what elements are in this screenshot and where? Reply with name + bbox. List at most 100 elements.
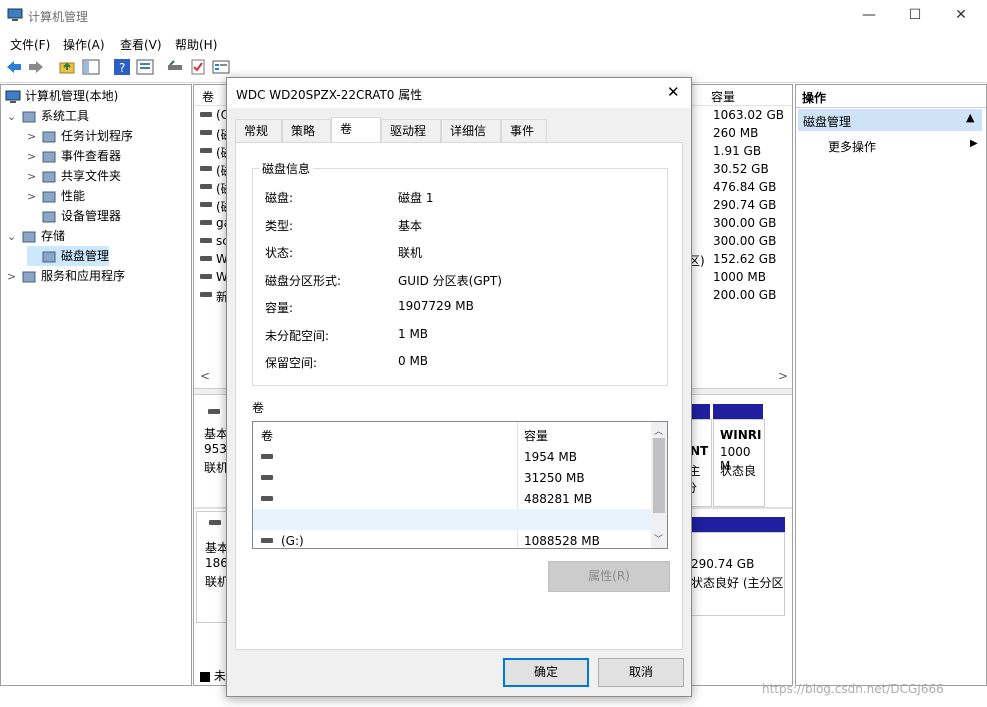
expand-right-icon[interactable]: >	[27, 147, 41, 167]
drive-icon	[261, 475, 273, 480]
title-bar: 计算机管理 — ☐ ✕	[0, 0, 987, 32]
volume-list-item[interactable]: (G:) 1088528 MB	[253, 530, 651, 548]
volume-capacity: 1063.02 GB	[713, 108, 784, 122]
tab-0[interactable]: 常规	[235, 119, 282, 142]
volume-list-item[interactable]: 31250 MB	[253, 467, 651, 488]
dialog-close-icon[interactable]: ✕	[667, 83, 680, 101]
expand-right-icon[interactable]: >	[27, 127, 41, 147]
volume-list-item[interactable]: 488281 MB	[253, 488, 651, 509]
tree-item-icon	[41, 190, 57, 204]
expand-down-icon[interactable]: ⌄	[7, 227, 21, 247]
scroll-left-arrow[interactable]: <	[200, 369, 210, 383]
menu-view[interactable]: 查看(V)	[120, 36, 162, 53]
volume-list-capacity: 1954 MB	[524, 450, 577, 464]
tree-item[interactable]: > 共享文件夹	[27, 166, 121, 186]
partition-2[interactable]: 290.74 GB 状态良好 (主分区	[688, 532, 785, 616]
ok-button[interactable]: 确定	[503, 658, 589, 687]
menu-action[interactable]: 操作(A)	[63, 36, 105, 53]
tree-item[interactable]: ⌄ 存储	[7, 226, 65, 246]
volume-list-capacity: 31250 MB	[524, 471, 585, 485]
drive-icon	[200, 202, 212, 207]
tree-item[interactable]: > 任务计划程序	[27, 126, 133, 146]
tab-3[interactable]: 驱动程序	[381, 119, 441, 160]
volume-list-capacity: 488281 MB	[524, 492, 593, 506]
menu-bar: 文件(F) 操作(A) 查看(V) 帮助(H)	[0, 32, 987, 54]
more-actions[interactable]: 更多操作 ▶	[798, 135, 982, 157]
tree-item-label: 任务计划程序	[61, 129, 134, 143]
expand-right-icon[interactable]: >	[27, 187, 41, 207]
actions-section-label: 磁盘管理	[803, 115, 852, 129]
tab-2[interactable]: 卷	[331, 117, 381, 143]
tree-item[interactable]: 磁盘管理	[27, 246, 110, 266]
expand-right-icon[interactable]: >	[7, 267, 21, 287]
partition-winre-status: 状态良	[720, 464, 757, 478]
tab-5[interactable]: 事件	[501, 119, 547, 142]
volume-list-item[interactable]: 1954 MB	[253, 446, 651, 467]
scroll-right-arrow[interactable]: >	[778, 369, 788, 383]
tree-item[interactable]: > 事件查看器	[27, 146, 121, 166]
drive-icon	[200, 184, 212, 189]
settings-list-icon[interactable]	[212, 58, 230, 76]
close-button[interactable]: ✕	[938, 0, 984, 30]
scroll-thumb[interactable]	[653, 438, 665, 513]
tree-item-icon	[21, 270, 37, 284]
column-capacity[interactable]: 容量	[711, 88, 735, 105]
disk-properties-dialog: WDC WD20SPZX-22CRAT0 属性 ✕ 常规策略卷驱动程序详细信息事…	[226, 77, 692, 697]
drive-icon	[261, 496, 273, 501]
help-icon[interactable]: ?	[113, 58, 131, 76]
partition-bar-2	[688, 517, 785, 532]
tree-item[interactable]: 设备管理器	[27, 206, 121, 226]
properties-view-icon[interactable]	[136, 58, 154, 76]
expand-right-icon[interactable]: >	[27, 167, 41, 187]
more-actions-label: 更多操作	[828, 140, 877, 154]
cancel-button[interactable]: 取消	[598, 658, 684, 687]
volume-list-box[interactable]: 卷 容量 1954 MB 31250 MB 488281 MB (G:) 1088528…	[252, 421, 668, 549]
drive-icon	[200, 238, 212, 243]
tab-label: 常规	[244, 124, 269, 138]
tab-4[interactable]: 详细信息	[441, 119, 501, 160]
vertical-scrollbar[interactable]: ︿ ﹀	[651, 422, 667, 548]
partition-winre[interactable]: WINRI 1000 M 状态良	[713, 419, 765, 507]
scroll-down-arrow[interactable]: ﹀	[654, 532, 663, 545]
tree-item[interactable]: ⌄ 系统工具	[7, 106, 89, 126]
disk-0-info[interactable]: 基本 953. 联机	[196, 397, 231, 502]
volume-capacity: 1000 MB	[713, 270, 766, 284]
show-hide-tree-icon[interactable]	[82, 58, 100, 76]
tree-item-icon	[41, 250, 57, 264]
volumes-label: 卷	[252, 401, 265, 415]
menu-file[interactable]: 文件(F)	[10, 36, 50, 53]
volume-list-item[interactable]	[253, 509, 651, 530]
tree-root[interactable]: 计算机管理(本地)	[5, 86, 118, 106]
actions-section-disk-management[interactable]: 磁盘管理 ▲	[798, 109, 982, 131]
tree-item-label: 事件查看器	[61, 149, 122, 163]
volume-properties-button[interactable]: 属性(R)	[548, 561, 670, 592]
tree-root-label: 计算机管理(本地)	[25, 89, 119, 103]
connect-disk-icon[interactable]	[166, 58, 184, 76]
disk-icon	[209, 520, 221, 525]
drive-icon	[200, 112, 212, 117]
collapse-up-icon[interactable]: ▲	[966, 111, 974, 124]
tab-1[interactable]: 策略	[282, 119, 331, 142]
actions-title: 操作	[802, 91, 827, 105]
menu-help[interactable]: 帮助(H)	[175, 36, 217, 53]
tree-item-label: 磁盘管理	[61, 249, 110, 263]
forward-arrow-icon[interactable]	[27, 58, 45, 76]
maximize-button[interactable]: ☐	[892, 0, 938, 30]
partition-nt-name: NT	[690, 444, 709, 458]
tree-item-label: 共享文件夹	[61, 169, 122, 183]
checklist-icon[interactable]	[189, 58, 207, 76]
volume-capacity: 152.62 GB	[713, 252, 777, 266]
minimize-button[interactable]: —	[846, 0, 892, 30]
column-volume[interactable]: 卷	[202, 88, 214, 105]
back-arrow-icon[interactable]	[5, 58, 23, 76]
vol-col-volume[interactable]: 卷	[261, 427, 273, 444]
up-folder-icon[interactable]	[58, 58, 76, 76]
computer-icon	[5, 90, 21, 104]
tab-panel-volumes: 磁盘信息 磁盘: 磁盘 1 类型: 基本 状态: 联机 磁盘分区形式: GUID 分区表(GP…	[235, 142, 683, 650]
tree-item[interactable]: > 性能	[27, 186, 85, 206]
volume-capacity: 1.91 GB	[713, 144, 762, 158]
scroll-up-arrow[interactable]: ︿	[654, 424, 663, 437]
tree-item[interactable]: > 服务和应用程序	[7, 266, 125, 286]
expand-down-icon[interactable]: ⌄	[7, 107, 21, 127]
vol-col-capacity[interactable]: 容量	[524, 427, 548, 444]
